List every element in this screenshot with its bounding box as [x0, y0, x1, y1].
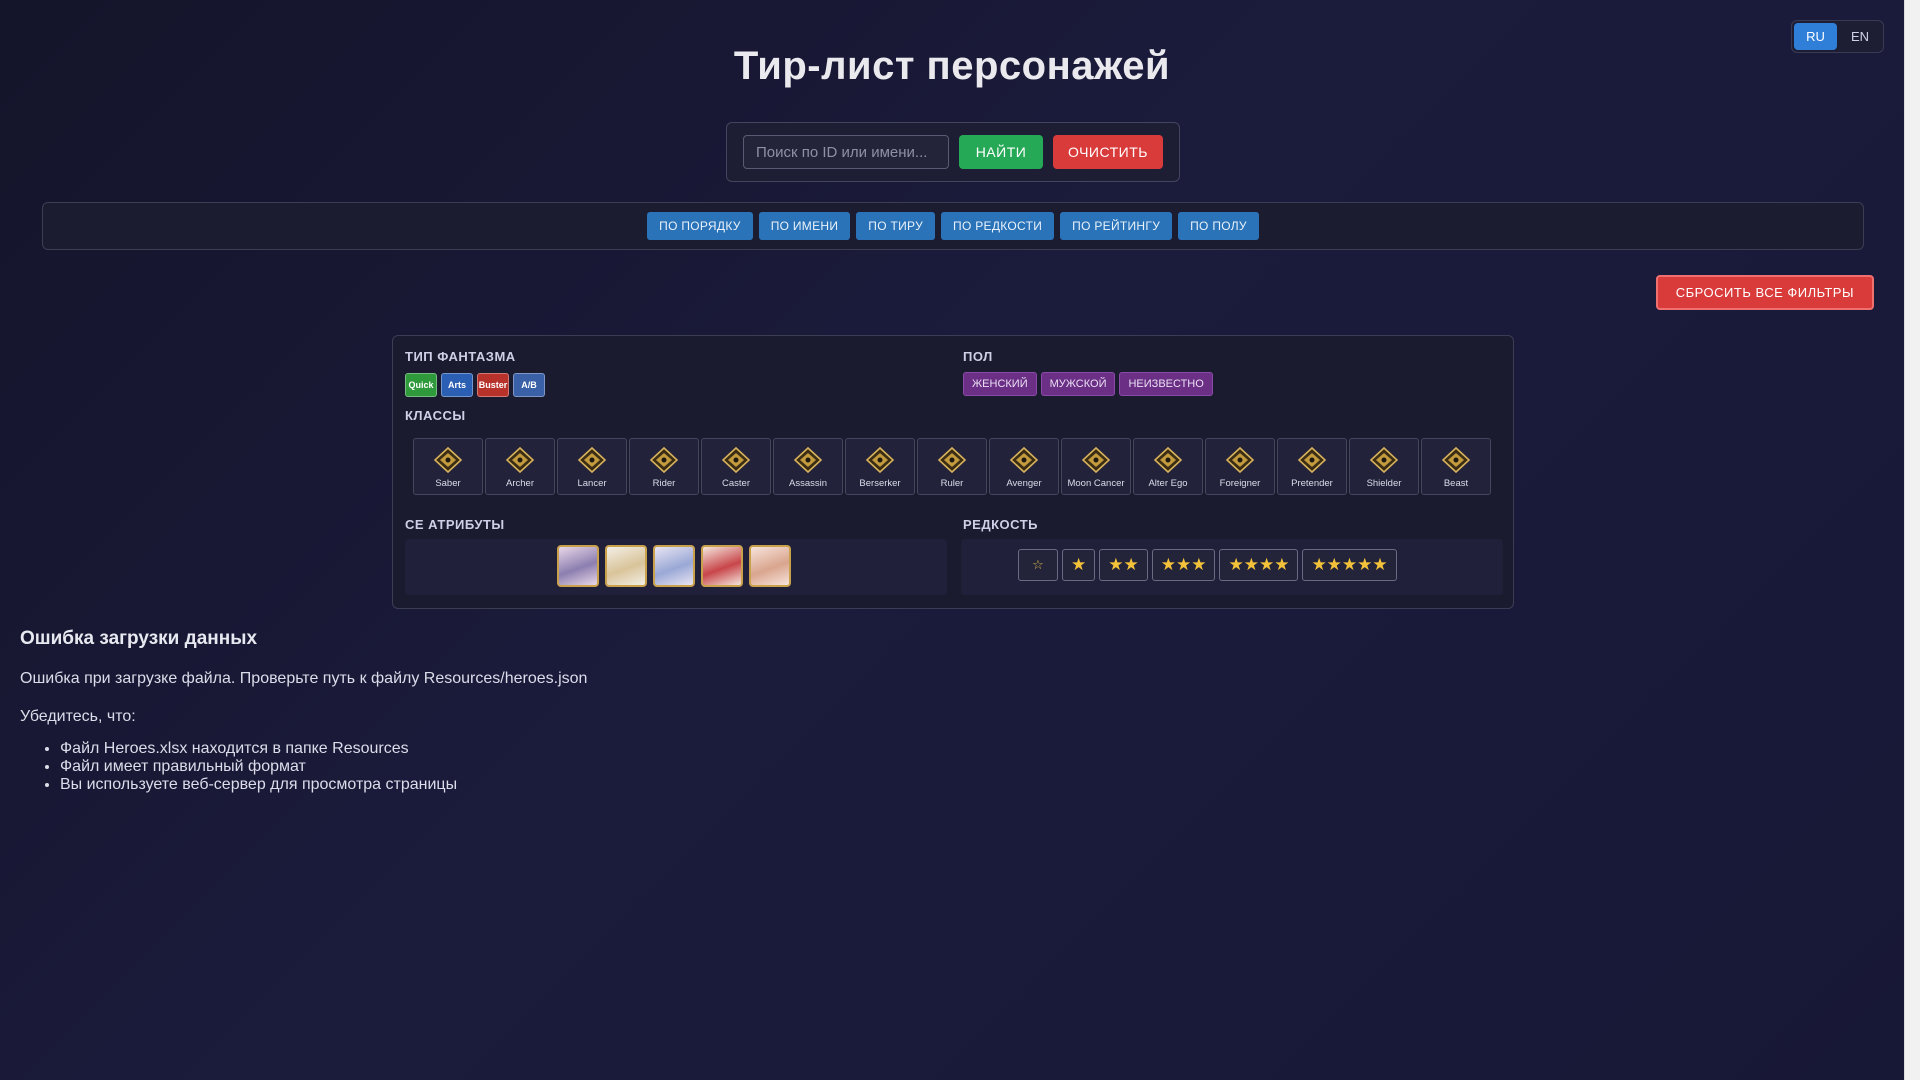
class-name-label: Archer — [506, 478, 534, 489]
rarity-3-button[interactable]: ★★★ — [1151, 549, 1216, 581]
class-name-label: Pretender — [1291, 478, 1333, 489]
rarity-panel: ☆ ★ ★★ ★★★ ★★★★ ★★★★★ — [961, 539, 1503, 595]
np-type-buster-button[interactable]: Buster — [477, 373, 509, 397]
ce-card-1[interactable] — [557, 545, 599, 587]
class-avenger-icon — [1009, 446, 1039, 474]
class-name-label: Caster — [722, 478, 750, 489]
class-rider-button[interactable]: Rider — [629, 438, 699, 495]
class-beast-icon — [1441, 446, 1471, 474]
sort-bar: ПО ПОРЯДКУ ПО ИМЕНИ ПО ТИРУ ПО РЕДКОСТИ … — [42, 202, 1864, 250]
class-assassin-button[interactable]: Assassin — [773, 438, 843, 495]
sort-by-name-button[interactable]: ПО ИМЕНИ — [758, 212, 851, 240]
gender-unknown-button[interactable]: НЕИЗВЕСТНО — [1119, 372, 1213, 396]
list-item: Файл имеет правильный формат — [60, 758, 587, 776]
error-message: Ошибка при загрузке файла. Проверьте пут… — [20, 670, 588, 687]
error-subtitle: Убедитесь, что: — [20, 708, 136, 725]
class-caster-icon — [721, 446, 751, 474]
gender-label: ПОЛ — [963, 349, 993, 364]
class-name-label: Shielder — [1366, 478, 1402, 489]
sort-by-tier-button[interactable]: ПО ТИРУ — [856, 212, 936, 240]
np-type-filters: Quick Arts Buster A/B — [405, 373, 545, 397]
np-type-arts-button[interactable]: Arts — [441, 373, 473, 397]
np-type-a-b-button[interactable]: A/B — [513, 373, 545, 397]
class-lancer-icon — [577, 446, 607, 474]
class-name-label: Rider — [652, 478, 676, 489]
ce-card-3[interactable] — [653, 545, 695, 587]
class-archer-button[interactable]: Archer — [485, 438, 555, 495]
ce-card-4[interactable] — [701, 545, 743, 587]
ce-attributes-label: СЕ АТРИБУТЫ — [405, 517, 505, 532]
class-alter-ego-icon — [1153, 446, 1183, 474]
class-name-label: Beast — [1443, 478, 1469, 489]
gender-female-button[interactable]: ЖЕНСКИЙ — [963, 372, 1037, 396]
reset-filters-button[interactable]: СБРОСИТЬ ВСЕ ФИЛЬТРЫ — [1655, 275, 1874, 310]
class-saber-icon — [433, 446, 463, 474]
class-name-label: Ruler — [940, 478, 964, 489]
class-moon-cancer-button[interactable]: Moon Cancer — [1061, 438, 1131, 495]
class-moon-cancer-icon — [1081, 446, 1111, 474]
rarity-1-button[interactable]: ★ — [1062, 549, 1096, 581]
class-name-label: Foreigner — [1219, 478, 1261, 489]
class-name-label: Assassin — [788, 478, 827, 489]
rarity-5-button[interactable]: ★★★★★ — [1302, 549, 1397, 581]
class-ruler-button[interactable]: Ruler — [917, 438, 987, 495]
class-archer-icon — [505, 446, 535, 474]
class-caster-button[interactable]: Caster — [701, 438, 771, 495]
class-rider-icon — [649, 446, 679, 474]
class-alter-ego-button[interactable]: Alter Ego — [1133, 438, 1203, 495]
class-avenger-button[interactable]: Avenger — [989, 438, 1059, 495]
error-area: Ошибка загрузки данных Ошибка при загруз… — [20, 628, 587, 794]
class-filters: Saber Archer Lancer Rider Caster Assassin Bers… — [413, 438, 1491, 495]
list-item: Файл Heroes.xlsx находится в папке Resou… — [60, 740, 587, 758]
find-button[interactable]: НАЙТИ — [959, 135, 1043, 169]
sort-by-order-button[interactable]: ПО ПОРЯДКУ — [647, 212, 753, 240]
class-foreigner-button[interactable]: Foreigner — [1205, 438, 1275, 495]
list-item: Вы используете веб-сервер для просмотра … — [60, 776, 587, 794]
gender-male-button[interactable]: МУЖСКОЙ — [1040, 372, 1116, 396]
clear-button[interactable]: ОЧИСТИТЬ — [1053, 135, 1163, 169]
sort-by-rating-button[interactable]: ПО РЕЙТИНГУ — [1060, 212, 1173, 240]
class-name-label: Berserker — [859, 478, 901, 489]
class-ruler-icon — [937, 446, 967, 474]
rarity-2-button[interactable]: ★★ — [1099, 549, 1148, 581]
error-checklist: Файл Heroes.xlsx находится в папке Resou… — [20, 740, 587, 794]
rarity-0-button[interactable]: ☆ — [1018, 549, 1058, 581]
class-beast-button[interactable]: Beast — [1421, 438, 1491, 495]
error-title: Ошибка загрузки данных — [20, 628, 258, 649]
page-scrollbar[interactable] — [1904, 0, 1920, 1080]
class-berserker-button[interactable]: Berserker — [845, 438, 915, 495]
ce-card-5[interactable] — [749, 545, 791, 587]
class-name-label: Moon Cancer — [1067, 478, 1125, 489]
sort-by-gender-button[interactable]: ПО ПОЛУ — [1178, 212, 1259, 240]
gender-filters: ЖЕНСКИЙ МУЖСКОЙ НЕИЗВЕСТНО — [963, 372, 1213, 396]
class-foreigner-icon — [1225, 446, 1255, 474]
class-pretender-button[interactable]: Pretender — [1277, 438, 1347, 495]
class-pretender-icon — [1297, 446, 1327, 474]
np-type-quick-button[interactable]: Quick — [405, 373, 437, 397]
ce-card-2[interactable] — [605, 545, 647, 587]
filters-panel: ТИП ФАНТАЗМА Quick Arts Buster A/B ПОЛ ЖЕНС… — [392, 335, 1514, 609]
sort-by-rarity-button[interactable]: ПО РЕДКОСТИ — [941, 212, 1055, 240]
class-name-label: Lancer — [577, 478, 607, 489]
search-panel: НАЙТИ ОЧИСТИТЬ — [726, 122, 1180, 182]
class-berserker-icon — [865, 446, 895, 474]
class-name-label: Saber — [435, 478, 461, 489]
rarity-4-button[interactable]: ★★★★ — [1219, 549, 1299, 581]
class-shielder-icon — [1369, 446, 1399, 474]
search-input[interactable] — [743, 135, 949, 169]
class-saber-button[interactable]: Saber — [413, 438, 483, 495]
ce-attributes-panel — [405, 539, 947, 595]
class-assassin-icon — [793, 446, 823, 474]
class-shielder-button[interactable]: Shielder — [1349, 438, 1419, 495]
class-name-label: Alter Ego — [1148, 478, 1188, 489]
classes-label: КЛАССЫ — [405, 408, 466, 423]
rarity-label: РЕДКОСТЬ — [963, 517, 1038, 532]
class-name-label: Avenger — [1006, 478, 1042, 489]
class-lancer-button[interactable]: Lancer — [557, 438, 627, 495]
np-type-label: ТИП ФАНТАЗМА — [405, 349, 516, 364]
page-title: Тир-лист персонажей — [733, 44, 1171, 88]
